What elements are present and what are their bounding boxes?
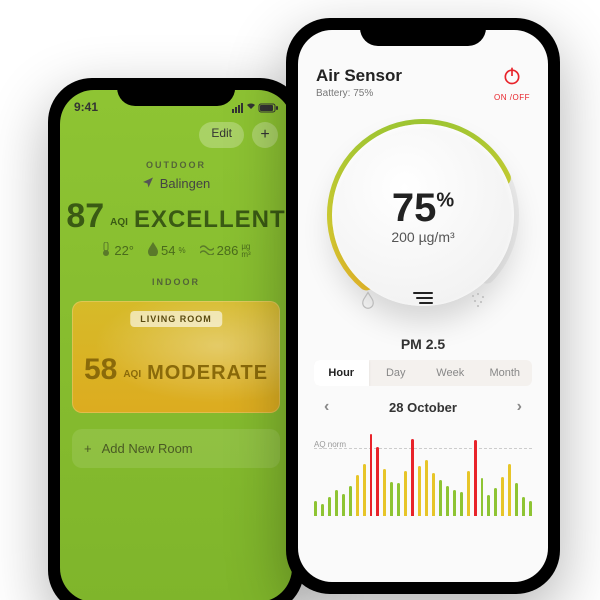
metric-temp: 22° [101, 242, 134, 259]
location-name: Balingen [160, 176, 211, 191]
power-icon [502, 66, 522, 86]
location-row[interactable]: Balingen [60, 176, 292, 191]
aqi-unit: AQI [110, 217, 128, 228]
tab-month[interactable]: Month [478, 360, 533, 386]
drop-icon [148, 242, 158, 259]
page-title: Air Sensor [316, 66, 402, 86]
room-aqi-unit: AQI [123, 369, 141, 380]
temp-value: 22° [114, 243, 134, 258]
status-time: 9:41 [74, 100, 98, 114]
bar [481, 478, 484, 516]
bar [508, 464, 511, 516]
bar [439, 480, 442, 516]
bar [356, 475, 359, 516]
status-icons [232, 100, 278, 114]
notch [360, 18, 486, 46]
gauge-concentration: 200 µg/m³ [391, 229, 454, 245]
bar [529, 501, 532, 516]
particles-mode-icon[interactable] [469, 291, 487, 314]
humidity-value: 54 [161, 243, 175, 258]
phone-right: Air Sensor Battery: 75% ON /OFF [286, 18, 560, 594]
room-aqi-value: 58 [84, 353, 117, 387]
airflow-mode-icon[interactable] [412, 291, 434, 314]
bar [515, 483, 518, 516]
metric-humidity: 54% [148, 242, 186, 259]
plus-icon: + [260, 126, 269, 144]
notch [117, 78, 235, 106]
power-label: ON /OFF [494, 93, 530, 102]
add-room-label: Add New Room [102, 441, 193, 456]
tab-hour[interactable]: Hour [314, 360, 369, 386]
bar [453, 490, 456, 516]
bar [467, 471, 470, 516]
bar [487, 495, 490, 516]
header-left: Air Sensor Battery: 75% [316, 66, 402, 102]
bar [383, 469, 386, 516]
plus-icon: + [84, 441, 92, 456]
next-date-button[interactable]: › [517, 398, 522, 416]
bar [397, 483, 400, 516]
power-button[interactable]: ON /OFF [494, 66, 530, 102]
bar [314, 501, 317, 516]
bar [474, 440, 477, 516]
bar [501, 477, 504, 516]
gauge[interactable]: 75% 200 µg/m³ [318, 110, 528, 320]
bar [522, 497, 525, 516]
bar [376, 447, 379, 516]
outdoor-heading: OUTDOOR [60, 160, 292, 170]
bar [418, 466, 421, 516]
outdoor-aqi-word: EXCELLENT [134, 206, 286, 234]
bar [363, 464, 366, 516]
tab-day[interactable]: Day [369, 360, 424, 386]
add-button[interactable]: + [252, 122, 278, 148]
pm-value: 286 [217, 243, 239, 258]
humidity-unit: % [178, 247, 185, 255]
room-card[interactable]: LIVING ROOM 58 AQI MODERATE [72, 301, 280, 413]
bar [460, 492, 463, 516]
bar [342, 494, 345, 516]
add-room-button[interactable]: + Add New Room [72, 429, 280, 468]
bar [411, 439, 414, 516]
bar [370, 434, 373, 516]
prev-date-button[interactable]: ‹ [324, 398, 329, 416]
date-label: 28 October [389, 400, 457, 415]
hourly-chart: AQ norm [314, 426, 532, 516]
bar [349, 486, 352, 516]
bar [321, 504, 324, 516]
edit-button[interactable]: Edit [199, 122, 244, 148]
bar [432, 473, 435, 516]
gauge-percent: 75% [392, 186, 454, 231]
bar [390, 482, 393, 516]
phone-left: 9:41 Edit + OUTDOOR Balingen 87 AQI EXCE… [48, 78, 304, 600]
location-icon [142, 176, 154, 191]
bar [328, 497, 331, 516]
bar [404, 471, 407, 516]
outdoor-aqi: 87 AQI EXCELLENT [60, 197, 292, 236]
metric-pm: 286µg m³ [200, 242, 251, 259]
indoor-heading: INDOOR [60, 277, 292, 287]
battery-label: Battery: 75% [316, 88, 402, 99]
humidity-mode-icon[interactable] [359, 291, 377, 314]
bar [494, 488, 497, 516]
outdoor-metrics: 22° 54% 286µg m³ [60, 242, 292, 259]
bar [335, 490, 338, 516]
tab-week[interactable]: Week [423, 360, 478, 386]
outdoor-aqi-value: 87 [66, 197, 104, 236]
thermometer-icon [101, 242, 111, 259]
room-aqi-word: MODERATE [147, 362, 268, 385]
bar [446, 486, 449, 516]
wave-icon [200, 243, 214, 258]
range-tabs: Hour Day Week Month [314, 360, 532, 386]
pm-unit: µg m³ [241, 243, 250, 259]
bar [425, 460, 428, 516]
metric-title: PM 2.5 [314, 336, 532, 352]
room-name: LIVING ROOM [130, 311, 222, 327]
